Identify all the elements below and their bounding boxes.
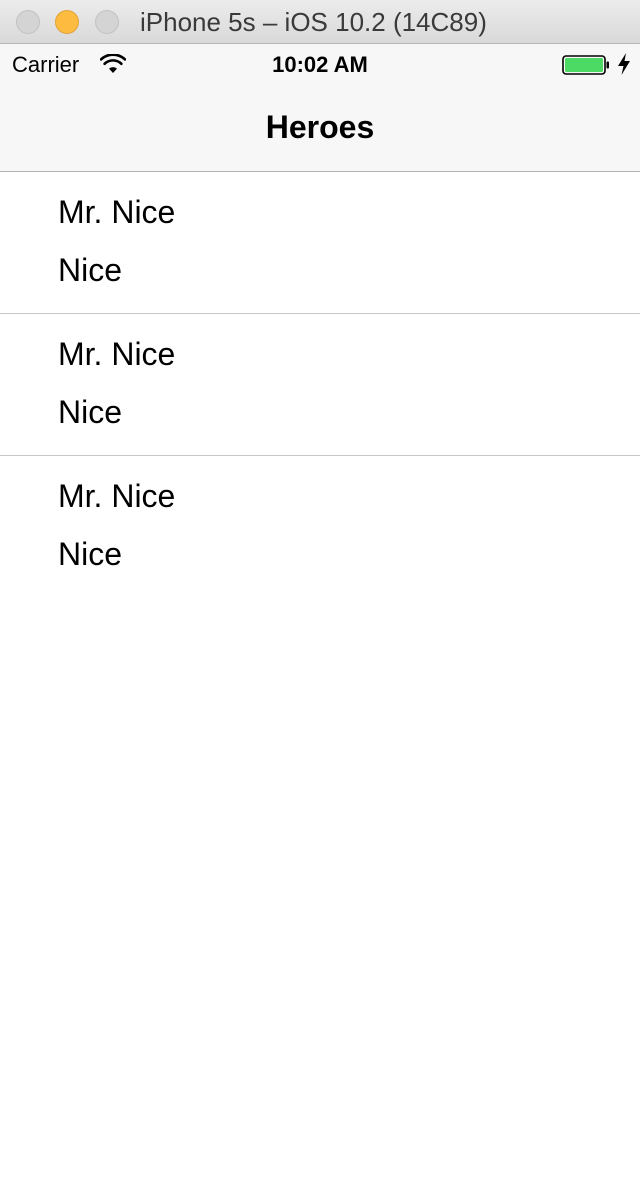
window-title: iPhone 5s – iOS 10.2 (14C89) [140,7,487,37]
hero-list-item[interactable]: Mr. Nice Nice [0,456,640,598]
hero-subtitle: Nice [58,252,123,288]
zoom-window-button[interactable] [95,10,119,34]
close-window-button[interactable] [16,10,40,34]
hero-name: Mr. Nice [58,336,176,372]
charging-bolt-icon [618,53,630,75]
status-bar: Carrier 10:02 AM [0,44,640,84]
navigation-bar: Heroes [0,84,640,172]
window-titlebar: iPhone 5s – iOS 10.2 (14C89) [0,0,640,44]
hero-subtitle: Nice [58,394,123,430]
status-time: 10:02 AM [272,52,368,77]
hero-name: Mr. Nice [58,478,176,514]
hero-list-item[interactable]: Mr. Nice Nice [0,172,640,314]
simulator-window: iPhone 5s – iOS 10.2 (14C89) Carrier 10:… [0,0,640,1180]
heroes-list: Mr. Nice Nice Mr. Nice Nice Mr. Nice Nic… [0,172,640,598]
page-title: Heroes [265,109,375,145]
hero-subtitle: Nice [58,536,123,572]
hero-name: Mr. Nice [58,194,176,230]
battery-icon [562,55,609,75]
hero-list-item[interactable]: Mr. Nice Nice [0,314,640,456]
minimize-window-button[interactable] [55,10,79,34]
